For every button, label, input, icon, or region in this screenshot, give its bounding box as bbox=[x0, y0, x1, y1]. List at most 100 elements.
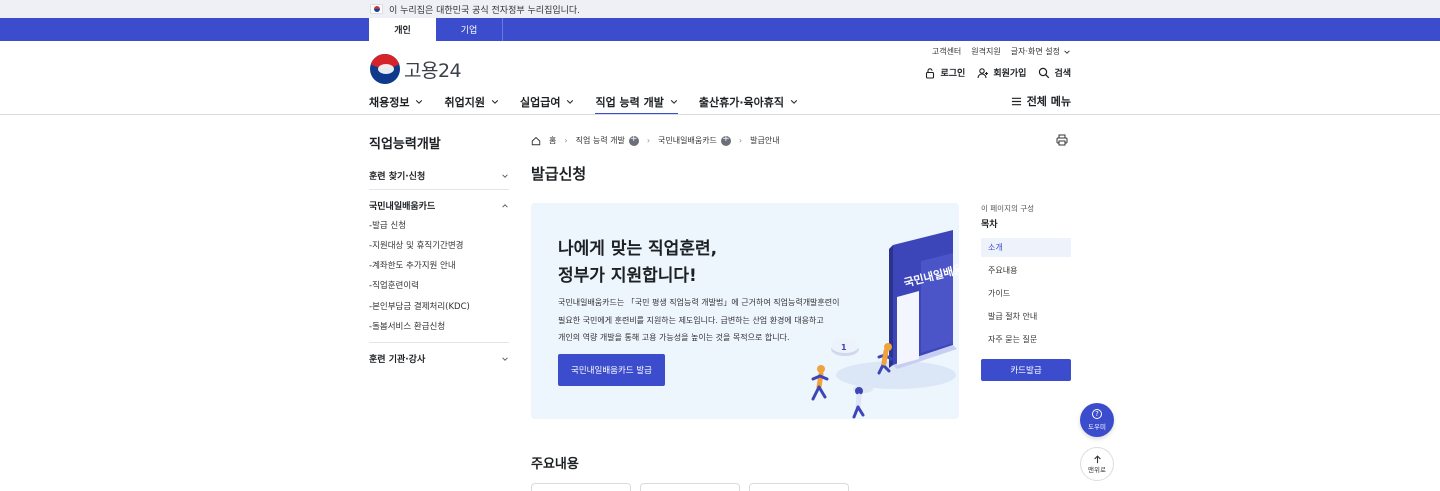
banner-desc-line: 개인의 역량 개발을 통해 고용 가능성을 높이는 것을 목적으로 합니다. bbox=[558, 333, 790, 342]
toc-item-faq[interactable]: 자주 묻는 질문 bbox=[981, 330, 1071, 349]
lnb-section-label: 훈련 찾기·신청 bbox=[369, 172, 426, 182]
signup-label: 회원가입 bbox=[993, 69, 1027, 79]
toc-item-process[interactable]: 발급 절차 안내 bbox=[981, 307, 1071, 326]
utility-links: 고객센터 원격지원 글자·화면 설정 bbox=[932, 46, 1071, 57]
lnb-sub-item[interactable]: -지원대상 및 휴직기간변경 bbox=[369, 239, 464, 251]
breadcrumb-separator-icon: › bbox=[646, 136, 651, 145]
banner-desc-line: 필요한 국민에게 훈련비를 지원하는 제도입니다. 급변하는 산업 환경에 대응… bbox=[558, 315, 824, 325]
lnb-section-label: 훈련 기관·강사 bbox=[369, 355, 426, 365]
content-card bbox=[640, 483, 740, 491]
breadcrumb-level1-label: 직업 능력 개발 bbox=[575, 136, 625, 145]
expand-circle-icon[interactable] bbox=[720, 134, 731, 146]
government-emblem-icon bbox=[370, 54, 400, 84]
search-button[interactable]: 검색 bbox=[1038, 66, 1071, 79]
gnb-item-jobs[interactable]: 채용정보 bbox=[369, 89, 423, 114]
util-link-remote-support[interactable]: 원격지원 bbox=[971, 46, 1000, 57]
all-menu-button[interactable]: 전체 메뉴 bbox=[1011, 93, 1071, 109]
lnb-section-learning-card[interactable]: 국민내일배움카드 bbox=[369, 199, 509, 212]
chevron-down-icon bbox=[567, 99, 574, 104]
issue-card-button[interactable]: 국민내일배움카드 발급 bbox=[558, 354, 665, 386]
breadcrumb-home[interactable]: 홈 bbox=[549, 135, 556, 146]
gov-notice-bar: 이 누리집은 대한민국 공식 전자정부 누리집입니다. bbox=[0, 0, 1440, 18]
lnb-section-training-search[interactable]: 훈련 찾기·신청 bbox=[369, 169, 509, 182]
lnb-sub-item[interactable]: -계좌한도 추가지원 안내 bbox=[369, 259, 456, 271]
scroll-top-label: 맨위로 bbox=[1088, 465, 1106, 474]
content-card bbox=[749, 483, 849, 491]
search-label: 검색 bbox=[1054, 69, 1071, 79]
toc-item-guide[interactable]: 가이드 bbox=[981, 284, 1071, 303]
util-link-customer-center[interactable]: 고객센터 bbox=[932, 46, 961, 57]
banner-desc-line: 국민내일배움카드는 「국민 평생 직업능력 개발법」에 근거하여 직업능력개발훈… bbox=[558, 298, 840, 307]
scroll-top-button[interactable]: 맨위로 bbox=[1080, 447, 1114, 481]
svg-text:1: 1 bbox=[841, 343, 847, 352]
gnb-item-label: 실업급여 bbox=[519, 95, 561, 109]
gnb-item-label: 출산휴가·육아휴직 bbox=[698, 95, 784, 109]
lnb-sub-item[interactable]: -직업훈련이력 bbox=[369, 279, 419, 291]
tab-business[interactable]: 기업 bbox=[436, 18, 503, 41]
chevron-down-icon bbox=[1064, 49, 1070, 54]
main-navigation: 채용정보 취업지원 실업급여 직업 능력 개발 출산휴가·육아휴직 bbox=[369, 89, 819, 115]
lnb-section-label: 국민내일배움카드 bbox=[369, 202, 436, 212]
lnb-section-training-institution[interactable]: 훈련 기관·강사 bbox=[369, 352, 509, 365]
breadcrumb-level2[interactable]: 국민내일배움카드 bbox=[658, 134, 731, 146]
hamburger-icon bbox=[1011, 97, 1021, 105]
breadcrumb-level1[interactable]: 직업 능력 개발 bbox=[575, 134, 639, 146]
arrow-up-icon bbox=[1093, 454, 1101, 463]
question-icon: ? bbox=[1092, 409, 1102, 419]
section-title-main-content: 주요내용 bbox=[531, 457, 579, 472]
gnb-item-employment-support[interactable]: 취업지원 bbox=[444, 89, 499, 114]
banner-description: 국민내일배움카드는 「국민 평생 직업능력 개발법」에 근거하여 직업능력개발훈… bbox=[558, 294, 840, 347]
chevron-down-icon bbox=[502, 173, 508, 178]
lnb-divider bbox=[369, 189, 509, 190]
toc-item-intro[interactable]: 소개 bbox=[981, 238, 1071, 257]
card-issue-button[interactable]: 카드발급 bbox=[981, 359, 1071, 381]
login-button[interactable]: 로그인 bbox=[924, 66, 965, 79]
util-link-display-settings[interactable]: 글자·화면 설정 bbox=[1011, 46, 1071, 57]
breadcrumb-current: 발급안내 bbox=[750, 136, 780, 145]
gnb-item-label: 취업지원 bbox=[444, 95, 485, 109]
all-menu-label: 전체 메뉴 bbox=[1026, 95, 1071, 108]
signup-button[interactable]: 회원가입 bbox=[977, 66, 1026, 79]
breadcrumb-separator-icon: › bbox=[738, 136, 743, 145]
user-add-icon bbox=[977, 67, 989, 78]
lnb-divider bbox=[369, 342, 509, 343]
banner-headline-line1: 나에게 맞는 직업훈련, bbox=[558, 239, 718, 259]
chevron-down-icon bbox=[790, 99, 798, 104]
book-people-illustration: 국민내일배움카드 1 bbox=[811, 230, 959, 419]
lnb-sub-item[interactable]: -돌봄서비스 환급신청 bbox=[369, 320, 445, 332]
gnb-item-label: 채용정보 bbox=[369, 95, 410, 109]
gov-notice-text: 이 누리집은 대한민국 공식 전자정부 누리집입니다. bbox=[389, 5, 581, 16]
helper-button[interactable]: ? 도우미 bbox=[1080, 403, 1114, 437]
chevron-up-icon bbox=[502, 203, 508, 208]
banner-headline-line2: 정부가 지원합니다! bbox=[558, 266, 697, 286]
toc-item-main-content[interactable]: 주요내용 bbox=[981, 261, 1071, 280]
search-icon bbox=[1039, 67, 1050, 78]
util-link-display-settings-label: 글자·화면 설정 bbox=[1010, 47, 1060, 56]
gnb-item-vocational-training[interactable]: 직업 능력 개발 bbox=[595, 89, 679, 115]
toc-title: 목차 bbox=[981, 220, 998, 230]
expand-circle-icon[interactable] bbox=[628, 134, 639, 146]
breadcrumb-separator-icon: › bbox=[564, 136, 568, 145]
chevron-down-icon bbox=[670, 99, 678, 104]
site-logo[interactable]: 고용24 bbox=[370, 54, 462, 84]
lnb-sub-item[interactable]: -본인부담금 결제처리(KDC) bbox=[369, 300, 470, 312]
chevron-down-icon bbox=[491, 99, 499, 104]
header-actions: 로그인 회원가입 검색 bbox=[924, 66, 1071, 79]
gnb-item-unemployment-benefit[interactable]: 실업급여 bbox=[520, 89, 574, 114]
audience-tabbar: 개인 기업 bbox=[0, 18, 1440, 41]
korea-flag-icon bbox=[370, 4, 383, 14]
breadcrumb: 홈 › 직업 능력 개발 › 국민내일배움카드 › 발급안내 bbox=[531, 134, 780, 146]
lnb-sub-item[interactable]: -발급 신청 bbox=[369, 219, 406, 231]
lock-icon bbox=[926, 67, 935, 79]
gnb-item-parental-leave[interactable]: 출산휴가·육아휴직 bbox=[699, 89, 798, 114]
helper-label: 도우미 bbox=[1088, 423, 1106, 431]
home-icon bbox=[531, 136, 541, 145]
header-divider bbox=[0, 114, 1440, 115]
chevron-down-icon bbox=[502, 356, 508, 361]
gnb-item-label: 직업 능력 개발 bbox=[595, 95, 664, 109]
breadcrumb-level2-label: 국민내일배움카드 bbox=[658, 136, 717, 145]
tab-personal[interactable]: 개인 bbox=[369, 18, 436, 41]
print-icon[interactable] bbox=[1056, 134, 1068, 146]
banner-headline: 나에게 맞는 직업훈련, 정부가 지원합니다! bbox=[558, 236, 717, 290]
site-logo-name: 고용24 bbox=[404, 59, 462, 82]
